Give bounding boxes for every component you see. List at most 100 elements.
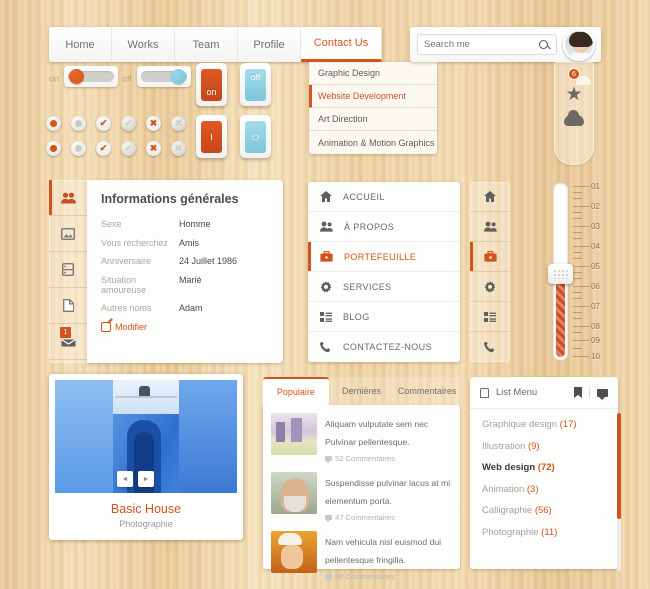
ruler-label-03: 03 (591, 222, 600, 231)
ruler-slider[interactable]: 01 02 03 04 05 06 07 08 09 10 (541, 178, 603, 364)
photo-title[interactable]: Basic House (55, 502, 237, 516)
ruler-tick-major (573, 186, 589, 187)
vmenu-item-accueil[interactable]: ACCUEIL (308, 182, 460, 212)
ruler-label-08: 08 (591, 322, 600, 331)
list-item-label: Illustration (482, 440, 526, 452)
toggle-switch-off[interactable] (137, 66, 191, 87)
cross-orange[interactable]: ✖ (146, 141, 161, 156)
radio-on-orange[interactable] (46, 116, 61, 131)
vrail-grid-icon[interactable] (470, 302, 510, 332)
ruler-tick-minor (573, 238, 582, 239)
inbox-icon[interactable]: 1 (49, 324, 87, 360)
list-item[interactable]: Nam vehicula nisl euismod dui pellentesq… (271, 531, 452, 581)
search-input-wrapper[interactable] (417, 34, 557, 55)
scrollbar-thumb[interactable] (617, 413, 621, 519)
nav-tab-contact-us[interactable]: Contact Us (301, 27, 382, 62)
post-title: Nam vehicula nisl euismod dui pellentesq… (325, 537, 442, 565)
users-icon[interactable] (49, 180, 87, 216)
check-gray[interactable]: ✔ (121, 141, 136, 156)
list-item-photographie[interactable]: Photographie (11) (482, 527, 606, 538)
search-icon[interactable] (539, 40, 548, 49)
ruler-tick-minor (573, 212, 582, 213)
dropdown-item-animation-motion-graphics[interactable]: Animation & Motion Graphics (309, 131, 437, 154)
tab-strip: Populaire Dernières Commentaires (263, 377, 461, 405)
general-info-panel: 1 Informations générales Sexe Homme Vous… (49, 180, 283, 363)
avatar[interactable] (563, 28, 595, 61)
list-item-web-design[interactable]: Web design (72) (482, 462, 606, 473)
vmenu-item-contactez-nous[interactable]: CONTACTEZ-NOUS (308, 332, 460, 362)
info-icon-rail: 1 (49, 180, 87, 363)
cross-orange[interactable]: ✖ (146, 116, 161, 131)
list-item-calligraphie[interactable]: Calligraphie (56) (482, 505, 606, 516)
info-key: Situation amoureuse (101, 274, 147, 295)
ruler-tick-minor (573, 348, 582, 349)
vrail-users-icon[interactable] (470, 212, 510, 242)
radio-off-gray[interactable] (71, 141, 86, 156)
ruler-label-05: 05 (591, 262, 600, 271)
switch-knob[interactable] (69, 69, 84, 84)
image-icon[interactable] (49, 216, 87, 252)
ruler-tick-minor (573, 218, 582, 219)
cross-gray[interactable]: ✖ (171, 141, 186, 156)
vrail-home-icon[interactable] (470, 182, 510, 212)
photo-prev-button[interactable]: ◄ (117, 471, 133, 487)
post-title: Aliquam vulputate sem nec Pulvinar pelle… (325, 419, 429, 447)
dropdown-item-graphic-design[interactable]: Graphic Design (309, 62, 437, 85)
general-info-body: Informations générales Sexe Homme Vous r… (87, 180, 283, 363)
users-icon-glyph (60, 192, 76, 203)
tab-commentaires[interactable]: Commentaires (394, 377, 461, 405)
star-icon[interactable]: ★ (565, 85, 582, 104)
vmenu-item-portefeuille[interactable]: PORTEFEUILLE (308, 242, 460, 272)
slider-handle[interactable] (548, 264, 573, 284)
vmenu-item-blog[interactable]: BLOG (308, 302, 460, 332)
check-orange[interactable]: ✔ (96, 116, 111, 131)
vmenu-item-services[interactable]: SERVICES (308, 272, 460, 302)
edit-button[interactable]: Modifier (101, 321, 269, 332)
tab-dernieres[interactable]: Dernières (328, 377, 395, 405)
photo-next-button[interactable]: ► (138, 471, 154, 487)
nav-tab-team[interactable]: Team (175, 27, 238, 62)
key-button-i[interactable]: I (196, 115, 227, 158)
cloud-icon[interactable] (564, 110, 584, 126)
check-orange[interactable]: ✔ (96, 141, 111, 156)
dropdown-item-art-direction[interactable]: Art Direction (309, 108, 437, 131)
list-item-animation[interactable]: Animation (3) (482, 484, 606, 495)
bookmark-icon[interactable] (574, 387, 582, 398)
cross-gray[interactable]: ✖ (171, 116, 186, 131)
radio-on-orange[interactable] (46, 141, 61, 156)
list-item-count: (56) (534, 505, 552, 516)
ruler-tick-major (573, 326, 589, 327)
document-icon[interactable] (49, 288, 87, 324)
key-button-on[interactable]: on (196, 63, 227, 106)
toggle-switch-on[interactable] (64, 66, 118, 87)
post-text: Nam vehicula nisl euismod dui pellentesq… (325, 531, 452, 581)
vmenu-item-a-propos[interactable]: À PROPOS (308, 212, 460, 242)
list-item-illustration[interactable]: Illustration (9) (482, 441, 606, 452)
nav-tab-profile[interactable]: Profile (238, 27, 301, 62)
list-item[interactable]: Aliquam vulputate sem nec Pulvinar pelle… (271, 413, 452, 463)
vrail-gear-icon[interactable] (470, 272, 510, 302)
tab-populaire[interactable]: Populaire (263, 377, 329, 405)
ruler-tick-major (573, 226, 589, 227)
list-item[interactable]: Suspendisse pulvinar lacus at mi element… (271, 472, 452, 522)
radio-dot (50, 120, 57, 127)
dropdown-item-website-development[interactable]: Website Development (309, 85, 437, 108)
switch-knob[interactable] (171, 69, 186, 84)
comment-icon[interactable] (597, 388, 608, 400)
key-button-off[interactable]: off (240, 63, 271, 106)
vertical-menu-icon-rail (470, 182, 510, 362)
vrail-briefcase-icon[interactable] (470, 242, 510, 272)
key-button-i-face: I (201, 120, 222, 153)
list-item-graphique-design[interactable]: Graphique design (17) (482, 419, 606, 430)
info-key: Vous recherchez (101, 237, 169, 248)
nav-tab-works[interactable]: Works (112, 27, 175, 62)
scrollbar[interactable] (617, 413, 621, 571)
vrail-phone-icon[interactable] (470, 332, 510, 362)
toggle-on-label: on (49, 74, 60, 84)
search-input[interactable] (424, 39, 539, 50)
database-icon[interactable] (49, 252, 87, 288)
key-button-o[interactable]: O (240, 115, 271, 158)
nav-tab-home[interactable]: Home (49, 27, 112, 62)
radio-off-gray[interactable] (71, 116, 86, 131)
check-gray[interactable]: ✔ (121, 116, 136, 131)
